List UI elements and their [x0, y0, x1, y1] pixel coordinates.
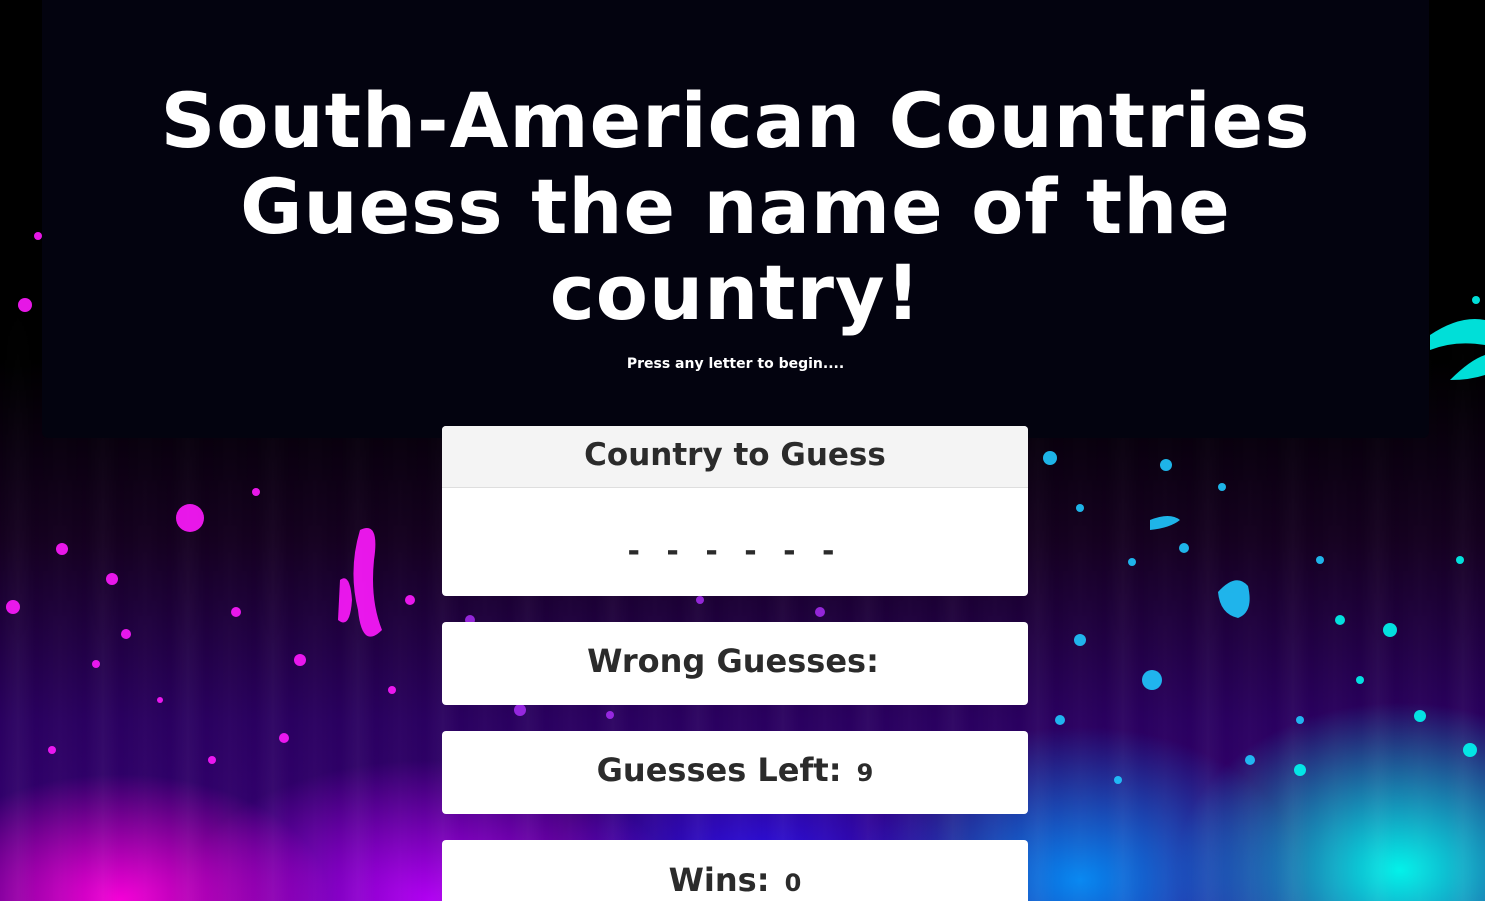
- title-line-2: Guess the name of the: [240, 162, 1231, 251]
- guesses-left-label: Guesses Left:: [596, 751, 842, 789]
- word-card: Country to Guess - - - - - -: [442, 426, 1028, 596]
- wrong-guesses-card: Wrong Guesses:: [442, 622, 1028, 705]
- header-panel: South-American Countries Guess the name …: [42, 0, 1429, 438]
- wins-card: Wins: 0: [442, 840, 1028, 901]
- wins-label: Wins:: [668, 861, 770, 899]
- guesses-left-card: Guesses Left: 9: [442, 731, 1028, 814]
- current-word: - - - - - -: [627, 534, 843, 569]
- wins-value: 0: [784, 869, 802, 897]
- guesses-left-value: 9: [856, 759, 874, 787]
- wrong-guesses-label: Wrong Guesses:: [587, 642, 879, 680]
- title-line-3: country!: [549, 248, 922, 337]
- title-line-1: South-American Countries: [160, 76, 1311, 165]
- page-title: South-American Countries Guess the name …: [42, 78, 1429, 336]
- word-card-title: Country to Guess: [442, 426, 1028, 488]
- instructions-text: Press any letter to begin....: [626, 356, 845, 372]
